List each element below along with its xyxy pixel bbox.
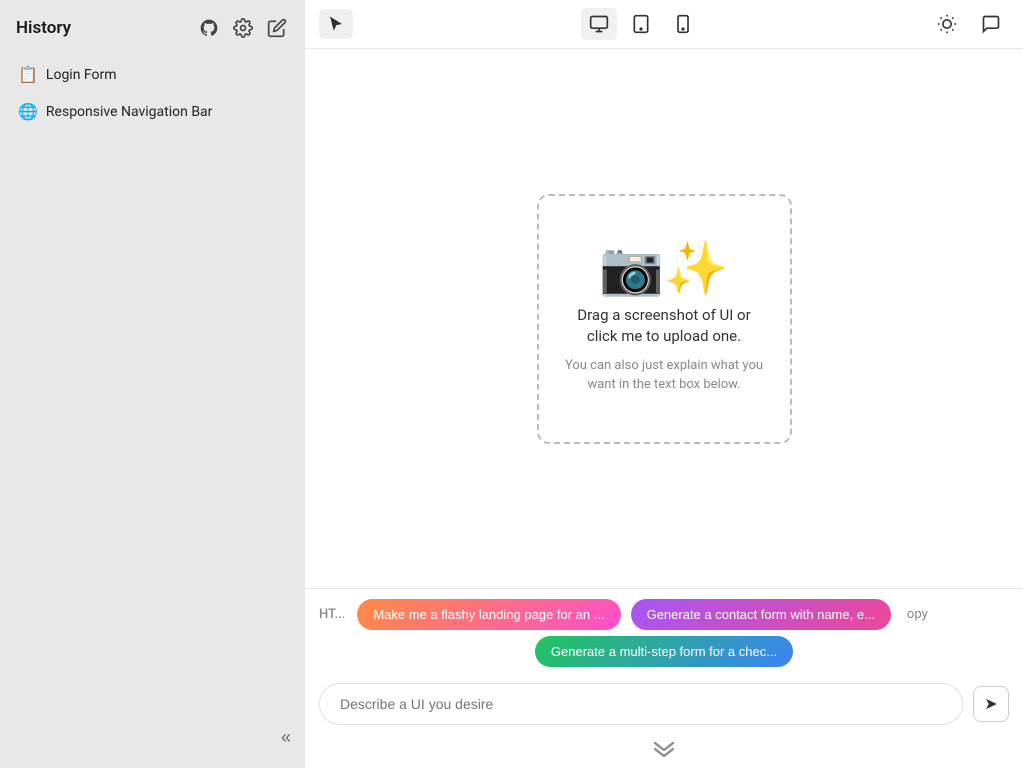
edit-icon-btn[interactable] (265, 16, 289, 40)
suggestion-pill-1[interactable]: Make me a flashy landing page for an ... (357, 599, 620, 630)
desktop-icon (589, 14, 609, 34)
sidebar: History 📋 Logi (0, 0, 305, 768)
main-area: 📷✨ Drag a screenshot of UI orclick me to… (305, 0, 1023, 768)
chat-input[interactable] (319, 683, 963, 725)
comment-icon (981, 14, 1001, 34)
cursor-icon (327, 15, 345, 33)
github-icon (199, 18, 219, 38)
send-button[interactable]: ➤ (973, 686, 1009, 722)
toolbar-left (319, 9, 353, 39)
sun-icon (937, 14, 957, 34)
mobile-icon (673, 14, 693, 34)
chevrons-down-icon (653, 741, 675, 757)
sidebar-icons (197, 16, 289, 40)
sidebar-title: History (16, 18, 71, 38)
copy-label[interactable]: opy (901, 603, 934, 626)
html-label: HT... (319, 607, 345, 622)
chevrons-down-button[interactable] (653, 741, 675, 760)
canvas-area: 📷✨ Drag a screenshot of UI orclick me to… (305, 49, 1023, 588)
suggestions-row-1: HT... Make me a flashy landing page for … (305, 589, 1023, 636)
sidebar-item-label: Login Form (46, 67, 117, 83)
settings-icon-btn[interactable] (231, 16, 255, 40)
toolbar-center (581, 8, 701, 40)
input-row: ➤ (305, 675, 1023, 739)
upload-zone[interactable]: 📷✨ Drag a screenshot of UI orclick me to… (537, 194, 792, 444)
theme-toggle-button[interactable] (929, 8, 965, 40)
suggestion-pill-3[interactable]: Generate a multi-step form for a chec... (535, 636, 793, 667)
sidebar-item-login-form[interactable]: 📋 Login Form (8, 58, 297, 91)
upload-zone-subtitle: You can also just explain what youwant i… (565, 357, 763, 393)
github-icon-btn[interactable] (197, 16, 221, 40)
login-form-icon: 📋 (18, 65, 38, 84)
tablet-view-button[interactable] (623, 8, 659, 40)
sidebar-item-label: Responsive Navigation Bar (46, 104, 213, 120)
chevrons-row (305, 739, 1023, 768)
toolbar-right (929, 8, 1009, 40)
sidebar-collapse-button[interactable]: « (281, 727, 291, 748)
cursor-tool-button[interactable] (319, 9, 353, 39)
toolbar (305, 0, 1023, 49)
bottom-bar: HT... Make me a flashy landing page for … (305, 588, 1023, 768)
sidebar-item-responsive-nav[interactable]: 🌐 Responsive Navigation Bar (8, 95, 297, 128)
mobile-view-button[interactable] (665, 8, 701, 40)
tablet-icon (631, 14, 651, 34)
settings-icon (233, 18, 253, 38)
upload-icon: 📷✨ (599, 243, 729, 295)
upload-zone-title: Drag a screenshot of UI orclick me to up… (577, 305, 750, 347)
suggestion-pill-2[interactable]: Generate a contact form with name, e... (631, 599, 891, 630)
suggestions-row-2: Generate a multi-step form for a chec... (305, 636, 1023, 675)
comment-button[interactable] (973, 8, 1009, 40)
responsive-nav-icon: 🌐 (18, 102, 38, 121)
sidebar-header: History (0, 0, 305, 52)
send-icon: ➤ (984, 694, 997, 714)
sidebar-list: 📋 Login Form 🌐 Responsive Navigation Bar (0, 52, 305, 134)
edit-icon (267, 18, 287, 38)
desktop-view-button[interactable] (581, 8, 617, 40)
